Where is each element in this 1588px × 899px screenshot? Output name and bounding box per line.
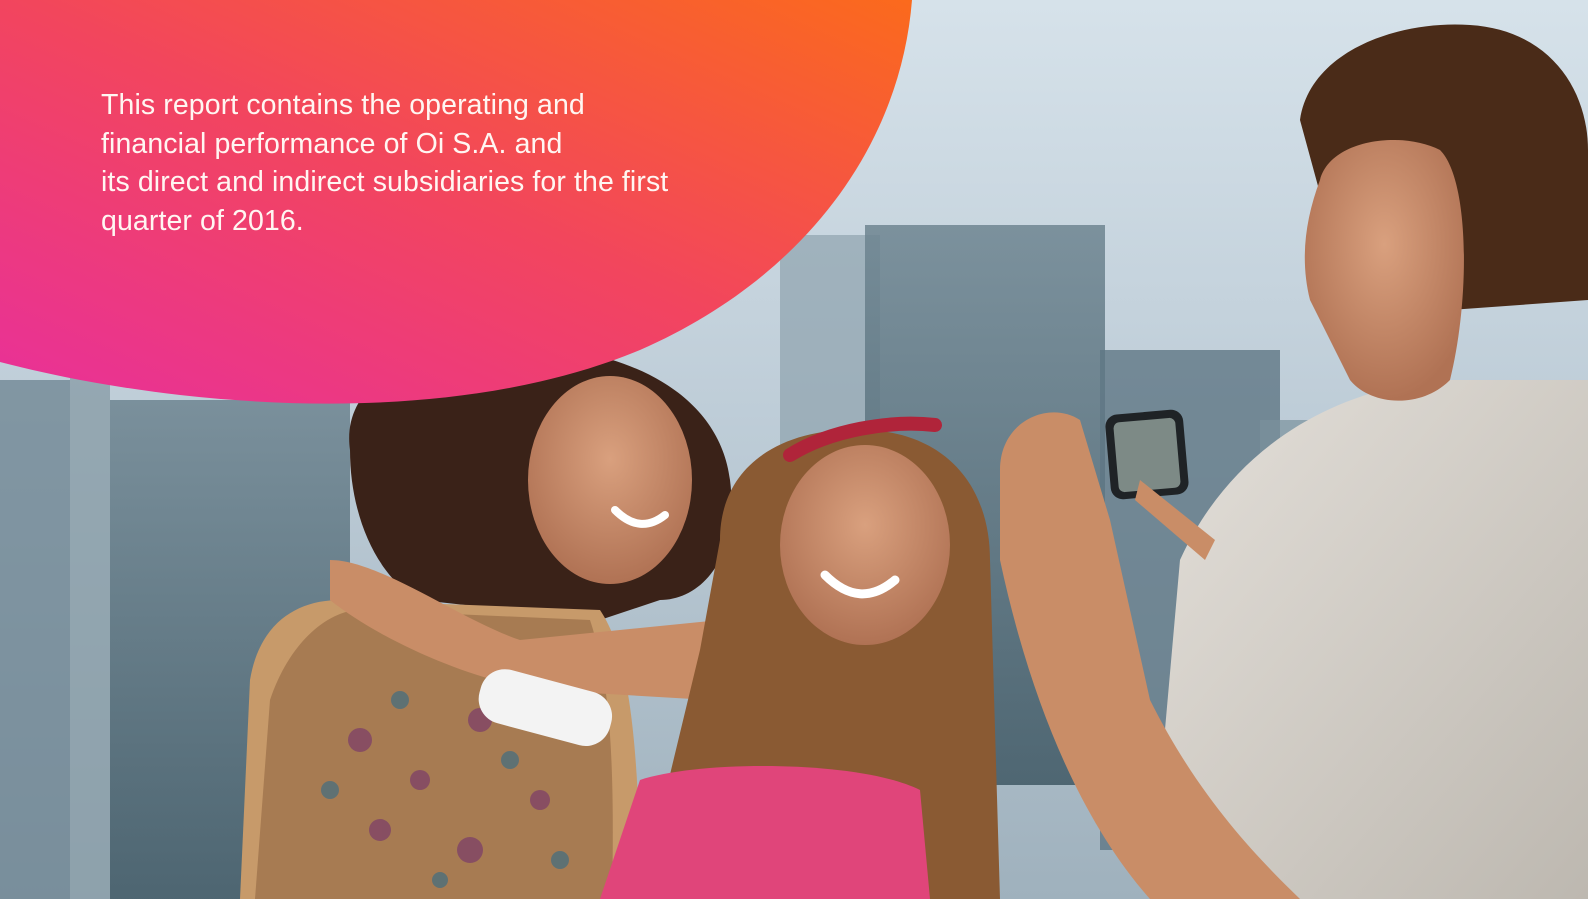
man-phone-screen xyxy=(1113,417,1181,493)
intro-line: quarter of 2016. xyxy=(101,204,304,237)
building xyxy=(70,370,110,899)
intro-line: its direct and indirect subsidiaries for… xyxy=(101,166,669,198)
report-intro: This report contains the operating and f… xyxy=(101,86,741,240)
woman-left-face xyxy=(528,376,692,584)
building xyxy=(0,380,70,899)
woman-center-face xyxy=(780,445,950,645)
woman-center-top xyxy=(600,766,930,899)
intro-line: financial performance of Oi S.A. and xyxy=(101,127,563,160)
intro-line: This report contains the operating and xyxy=(101,89,585,121)
